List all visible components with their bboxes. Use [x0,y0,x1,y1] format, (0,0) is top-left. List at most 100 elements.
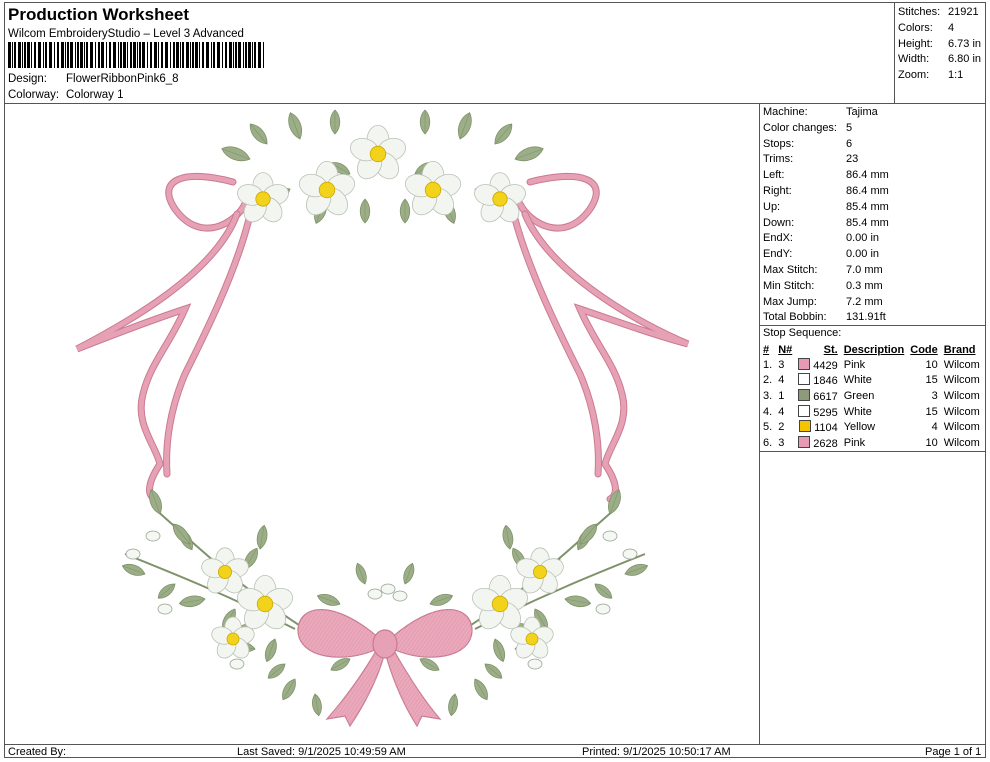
color-swatch [799,420,812,433]
stitch-cell: 6617 [795,388,840,404]
stop-row: 5. 2 1104 Yellow 4 Wilcom [760,419,983,435]
machine-value: 0.00 in [846,248,880,261]
thread-brand: Wilcom [943,436,980,449]
stop-number: 1. [763,358,773,371]
machine-label: Stops: [763,137,795,150]
stop-row: 6. 3 2628 Pink 10 Wilcom [760,435,983,451]
machine-value: 0.3 mm [846,279,883,292]
summary-value: 6.80 in [948,53,982,66]
needle-number: 4 [778,405,785,418]
color-description: White [843,374,872,387]
stop-row: 1. 3 4429 Pink 10 Wilcom [760,357,983,373]
summary-label: Colors: [898,21,933,34]
thread-brand: Wilcom [943,358,980,371]
color-description: Yellow [843,421,876,434]
barcode [8,42,264,68]
stitch-cell: 1104 [795,419,840,435]
col-stitches: St. [823,343,838,356]
stitch-count: 4429 [813,359,838,372]
col-code: Code [910,343,938,356]
color-code: 10 [925,358,938,371]
info-divider [759,325,986,326]
thread-brand: Wilcom [943,374,980,387]
stop-number: 3. [763,389,773,402]
machine-value: 5 [846,121,853,134]
stop-table-header: # N# St. Description Code Brand [760,342,983,357]
stop-row: 2. 4 1846 White 15 Wilcom [760,373,983,389]
design-preview [75,109,690,728]
machine-label: Left: [763,169,785,182]
thread-brand: Wilcom [943,389,980,402]
stitch-count: 5295 [813,406,838,419]
machine-label: Min Stitch: [763,279,815,292]
leaf-sprays [121,109,649,717]
machine-value: 23 [846,153,859,166]
stitch-cell: 4429 [795,357,840,373]
machine-label: Up: [763,200,781,213]
needle-number: 3 [778,436,785,449]
color-swatch [798,357,811,370]
stop-row: 3. 1 6617 Green 3 Wilcom [760,388,983,404]
color-code: 4 [931,421,938,434]
stop-number: 5. [763,421,773,434]
machine-label: Down: [763,216,795,229]
summary-divider [894,2,895,103]
machine-value: 86.4 mm [846,169,889,182]
summary-value: 1:1 [948,69,964,82]
design-value: FlowerRibbonPink6_8 [66,73,179,85]
color-swatch [798,435,811,448]
machine-label: Right: [763,185,792,197]
summary-label: Stitches: [898,6,941,18]
page-number: Page 1 of 1 [925,746,982,758]
software-subtitle: Wilcom EmbroideryStudio – Level 3 Advanc… [8,28,244,40]
printed-date: Printed: 9/1/2025 10:50:17 AM [582,746,731,758]
machine-value: 86.4 mm [846,185,889,197]
stop-sequence-title: Stop Sequence: [763,327,842,339]
machine-label: EndY: [763,248,793,261]
ribbon-bow [297,609,473,728]
col-description: Description [843,343,905,356]
col-needle: N# [778,343,793,356]
needle-number: 1 [778,389,785,402]
stitch-cell: 5295 [795,404,840,420]
color-description: Pink [843,358,866,371]
thread-brand: Wilcom [943,405,980,418]
machine-value: 131.91ft [846,311,886,324]
stitch-count: 2628 [813,437,838,450]
machine-value: 7.0 mm [846,264,883,276]
stitch-cell: 2628 [795,435,840,451]
color-description: White [843,405,872,418]
color-swatch [798,404,811,417]
col-hash: # [763,343,770,356]
color-description: Pink [843,436,866,449]
color-description: Green [843,389,875,402]
stop-number: 2. [763,374,773,387]
stitch-count: 6617 [813,390,838,403]
ribbon-frame [75,172,690,503]
footer-divider [4,744,986,745]
last-saved: Last Saved: 9/1/2025 10:49:59 AM [237,746,406,758]
machine-value: Tajima [846,106,878,118]
needle-number: 4 [778,374,785,387]
stop-row: 4. 4 5295 White 15 Wilcom [760,404,983,420]
machine-value: 6 [846,137,853,150]
stop-sequence-table: # N# St. Description Code Brand 1. 3 4429 P… [760,342,983,451]
summary-value: 21921 [948,6,979,18]
color-code: 10 [925,436,938,449]
stops-divider [759,451,986,452]
daisy-flowers [201,124,564,659]
machine-value: 7.2 mm [846,295,883,308]
color-code: 15 [925,405,938,418]
needle-number: 3 [778,358,785,371]
machine-label: Total Bobbin: [763,311,827,324]
machine-value: 85.4 mm [846,216,889,229]
design-label: Design: [8,73,47,85]
machine-value: 0.00 in [846,232,880,245]
machine-label: Color changes: [763,121,837,134]
page-title: Production Worksheet [8,5,190,24]
summary-label: Width: [898,53,930,66]
colorway-value: Colorway 1 [66,89,124,101]
color-swatch [798,373,811,386]
thread-brand: Wilcom [943,421,980,434]
color-code: 3 [931,389,938,402]
